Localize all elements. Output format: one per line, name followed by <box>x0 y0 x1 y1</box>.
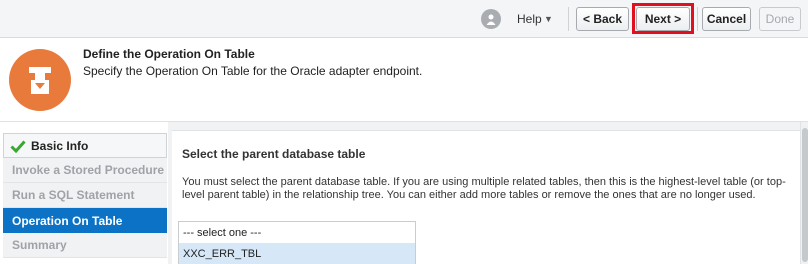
page-title: Define the Operation On Table <box>83 47 255 61</box>
back-button[interactable]: < Back <box>576 7 629 31</box>
done-button: Done <box>759 7 801 31</box>
toolbar: Help ▼ < Back Next > Cancel Done <box>0 0 808 38</box>
operation-on-table-icon <box>9 49 71 111</box>
vertical-scrollbar[interactable] <box>800 122 808 264</box>
scrollbar-thumb[interactable] <box>802 128 808 262</box>
chevron-down-icon[interactable]: ▼ <box>544 14 553 24</box>
page-header: Define the Operation On Table Specify th… <box>0 38 808 122</box>
main-content: Select the parent database table You mus… <box>168 122 800 264</box>
toolbar-divider <box>697 7 698 31</box>
page-subtitle: Specify the Operation On Table for the O… <box>83 64 423 78</box>
step-label: Operation On Table <box>12 213 123 228</box>
section-title: Select the parent database table <box>182 147 366 161</box>
step-label: Invoke a Stored Procedure <box>12 163 165 177</box>
step-label: Summary <box>12 238 67 252</box>
next-button-highlight <box>632 3 694 34</box>
step-summary: Summary <box>3 233 167 258</box>
checkmark-icon <box>10 139 26 153</box>
toolbar-divider <box>568 7 569 31</box>
section-description: You must select the parent database tabl… <box>182 176 786 201</box>
table-option-selected[interactable]: XXC_ERR_TBL <box>179 243 415 264</box>
cancel-button[interactable]: Cancel <box>702 7 751 31</box>
user-status-icon <box>481 9 501 29</box>
help-menu-label[interactable]: Help <box>517 12 542 26</box>
table-option[interactable]: --- select one --- <box>179 222 415 243</box>
step-label: Run a SQL Statement <box>12 188 135 202</box>
step-basic-info[interactable]: Basic Info <box>3 133 167 158</box>
step-operation-on-table[interactable]: Operation On Table <box>3 208 167 233</box>
step-invoke-stored-procedure: Invoke a Stored Procedure <box>3 158 167 183</box>
step-label: Basic Info <box>31 138 89 153</box>
content-panel: Select the parent database table You mus… <box>172 130 800 264</box>
parent-table-listbox[interactable]: --- select one --- XXC_ERR_TBL <box>178 221 416 264</box>
wizard-steps-nav: Basic Info Invoke a Stored Procedure Run… <box>0 122 168 264</box>
step-run-sql-statement: Run a SQL Statement <box>3 183 167 208</box>
